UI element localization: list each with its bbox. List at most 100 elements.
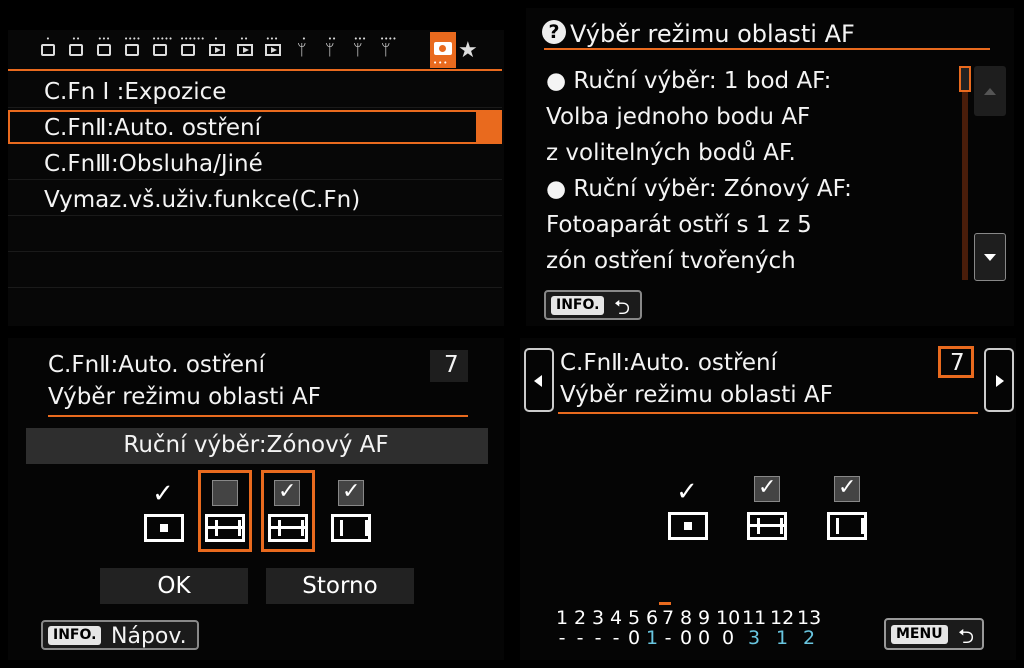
- setting-overview-panel: C.FnⅡ:Auto. ostření 7 Výběr režimu oblas…: [520, 338, 1016, 660]
- info-label: INFO.: [551, 296, 605, 315]
- af-zone-icon: [747, 512, 787, 540]
- menu-label: MENU: [891, 625, 948, 644]
- ok-button[interactable]: OK: [100, 568, 248, 604]
- help-question-icon: ?: [542, 20, 566, 44]
- check-mark-icon: ✓: [676, 477, 698, 507]
- af-single-point-icon: [668, 512, 708, 540]
- menu-row-empty: [8, 218, 502, 252]
- menu-item-clear-all[interactable]: Vymaz.vš.uživ.funkce(C.Fn): [8, 182, 502, 216]
- previous-function-button[interactable]: [524, 348, 554, 412]
- help-text-line: ● Ruční výběr: 1 bod AF:: [546, 68, 832, 94]
- title-underline: [544, 48, 990, 50]
- tab-shoot-6[interactable]: ••••••: [178, 36, 205, 64]
- menu-item-cfn2-selected[interactable]: C.FnⅡ:Auto. ostření: [8, 110, 502, 144]
- custom-functions-menu-panel: • •• ••• •••• ••••• •••••• • •• ••• • ᛘ •…: [8, 30, 504, 326]
- help-text-line: Fotoaparát ostří s 1 z 5: [546, 212, 812, 238]
- menu-item-label: Vymaz.vš.uživ.funkce(C.Fn): [44, 187, 361, 213]
- setting-subtitle: Výběr režimu oblasti AF: [48, 384, 321, 410]
- camera-icon: [434, 42, 452, 55]
- tab-setup-1[interactable]: • ᛘ: [294, 36, 314, 64]
- fn-col: 1-: [555, 607, 569, 649]
- menu-item-cfn3[interactable]: C.FnⅢ:Obsluha/Jiné: [8, 146, 502, 180]
- tab-custom-functions[interactable]: •••: [430, 32, 456, 68]
- tab-shoot-2[interactable]: ••: [66, 36, 86, 64]
- menu-item-label: C.FnⅢ:Obsluha/Jiné: [44, 151, 263, 177]
- menu-item-cfn1[interactable]: C.Fn Ⅰ :Expozice: [8, 74, 502, 108]
- function-number: 7: [444, 352, 459, 378]
- fn-col: 4-: [609, 607, 623, 649]
- fn-col-current: 7-: [659, 602, 677, 648]
- current-function-marker: [659, 602, 671, 605]
- tab-my-menu-star-icon[interactable]: ★: [458, 38, 478, 63]
- help-text-line: z volitelných bodů AF.: [546, 140, 796, 166]
- tab-underline: [8, 69, 502, 71]
- af-single-point-icon[interactable]: [144, 514, 184, 542]
- tab-play-1[interactable]: •: [206, 36, 226, 64]
- check-mark-icon: ✓: [758, 475, 777, 500]
- help-panel: ? Výběr režimu oblasti AF ● Ruční výběr:…: [526, 8, 1014, 326]
- help-title: Výběr režimu oblasti AF: [570, 20, 855, 48]
- check-mark-icon: ✓: [838, 475, 857, 500]
- return-arrow-icon: ⮌: [958, 624, 975, 648]
- menu-item-label: C.FnⅡ:Auto. ostření: [44, 115, 262, 141]
- wrench-icon: ᛘ: [297, 40, 307, 59]
- scroll-down-button[interactable]: [974, 233, 1006, 281]
- help-button[interactable]: INFO. Nápov.: [41, 620, 199, 650]
- help-label: Nápov.: [111, 624, 187, 649]
- tab-shoot-1[interactable]: •: [38, 36, 58, 64]
- af-zone-icon[interactable]: [268, 514, 308, 542]
- fn-col: 10 0: [716, 607, 741, 649]
- af-wide-area-icon: [827, 512, 867, 540]
- menu-item-label: C.Fn Ⅰ :Expozice: [44, 79, 227, 105]
- fn-col: 2-: [573, 607, 587, 649]
- fn-col: 3-: [591, 607, 605, 649]
- selection-label: Ruční výběr:Zónový AF: [123, 432, 389, 458]
- tab-play-2[interactable]: ••: [234, 36, 254, 64]
- fn-col: 90: [697, 607, 711, 649]
- tab-shoot-3[interactable]: •••: [94, 36, 114, 64]
- menu-row-empty: [8, 254, 502, 288]
- menu-back-button[interactable]: MENU ⮌: [884, 618, 984, 650]
- wrench-icon: ᛘ: [325, 40, 335, 59]
- check-mark-icon: ✓: [278, 479, 297, 504]
- fn-col: 11 3: [742, 607, 767, 649]
- tab-play-3[interactable]: •••: [262, 36, 282, 64]
- help-text-line: ● Ruční výběr: Zónový AF:: [546, 176, 852, 202]
- scrollbar-thumb[interactable]: [959, 66, 971, 92]
- cancel-button[interactable]: Storno: [266, 568, 414, 604]
- subtitle-underline: [48, 415, 468, 417]
- tab-shoot-4[interactable]: ••••: [122, 36, 142, 64]
- help-text-line: zón ostření tvořených: [546, 248, 796, 274]
- check-mark-icon: ✓: [342, 479, 361, 504]
- fn-col: 13 2: [797, 607, 822, 649]
- fn-col: 12 1: [770, 607, 795, 649]
- info-back-button[interactable]: INFO. ⮌: [544, 290, 642, 320]
- checkbox-empty[interactable]: [212, 480, 238, 506]
- setting-edit-panel: C.FnⅡ:Auto. ostření 7 Výběr režimu oblas…: [8, 338, 504, 660]
- tab-setup-2[interactable]: •• ᛘ: [322, 36, 342, 64]
- checkbox-checked[interactable]: ✓: [338, 479, 364, 506]
- selection-indicator: [476, 112, 500, 142]
- setting-subtitle: Výběr režimu oblasti AF: [560, 382, 833, 408]
- wrench-icon: ᛘ: [381, 40, 391, 59]
- scrollbar-track[interactable]: [962, 66, 968, 280]
- wrench-icon: ᛘ: [353, 40, 363, 59]
- af-wide-area-icon[interactable]: [331, 514, 371, 542]
- tab-setup-4[interactable]: •••• ᛘ: [378, 36, 398, 64]
- fn-col: 50: [627, 607, 641, 649]
- tab-shoot-5[interactable]: •••••: [150, 36, 173, 64]
- checkbox-checked: ✓: [754, 475, 780, 502]
- subtitle-underline: [558, 412, 978, 414]
- tab-setup-3[interactable]: ••• ᛘ: [350, 36, 370, 64]
- checkbox-checked: ✓: [834, 475, 860, 502]
- return-arrow-icon: ⮌: [614, 295, 631, 319]
- setting-header: C.FnⅡ:Auto. ostření: [48, 352, 266, 378]
- af-zone-icon[interactable]: [205, 514, 245, 542]
- next-function-button[interactable]: [984, 348, 1014, 412]
- info-label: INFO.: [48, 626, 102, 645]
- scroll-up-button[interactable]: [974, 66, 1006, 116]
- setting-header: C.FnⅡ:Auto. ostření: [560, 350, 778, 376]
- fn-col: 80: [679, 607, 693, 649]
- checkbox-checked[interactable]: ✓: [274, 479, 300, 506]
- check-mark-icon: ✓: [152, 479, 174, 509]
